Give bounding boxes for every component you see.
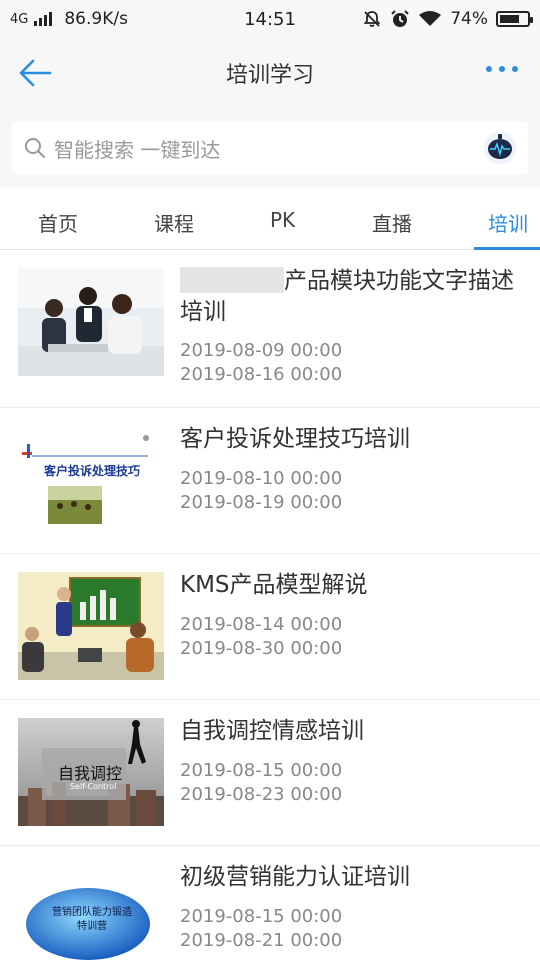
search-icon (25, 138, 45, 158)
thumbnail-image: 营销团队能力锻造 特训营 (18, 864, 164, 960)
thumbnail-image: 自我调控 Self-Control (18, 718, 164, 826)
status-bar: 4G 86.9K/s 14:51 74% (0, 0, 540, 38)
training-title: KMS产品模型解说 (180, 572, 368, 598)
tab-courses[interactable]: 课程 (154, 208, 194, 237)
list-item[interactable]: 产品模块功能文字描述培训 2019-08-09 00:00 2019-08-16… (0, 250, 540, 408)
training-title: 初级营销能力认证培训 (180, 864, 410, 890)
dot-icon (512, 66, 518, 72)
tab-pk[interactable]: PK (270, 208, 295, 232)
thumbnail-caption-line: 特训营 (77, 921, 107, 932)
start-date: 2019-08-10 00:00 (180, 468, 343, 489)
end-date: 2019-08-21 00:00 (180, 930, 343, 951)
thumbnail-image (18, 268, 164, 376)
alarm-icon (391, 10, 409, 27)
start-date: 2019-08-09 00:00 (180, 340, 343, 361)
thumbnail-caption: 自我调控 (58, 764, 123, 783)
search-area: 智能搜索 一键到达 (0, 108, 540, 188)
tab-training[interactable]: 培训 (488, 208, 528, 237)
training-list: 产品模块功能文字描述培训 2019-08-09 00:00 2019-08-16… (0, 250, 540, 960)
end-date: 2019-08-30 00:00 (180, 638, 343, 659)
search-input[interactable]: 智能搜索 一键到达 (12, 122, 528, 174)
training-title: 客户投诉处理技巧培训 (180, 426, 410, 452)
training-title: 产品模块功能文字描述培训 (180, 266, 525, 328)
arrow-left-icon (19, 59, 52, 87)
list-item[interactable]: 营销团队能力锻造 特训营 初级营销能力认证培训 2019-08-15 00:00… (0, 846, 540, 960)
dot-icon (499, 66, 505, 72)
training-title: 自我调控情感培训 (180, 718, 364, 744)
dot-icon (486, 66, 492, 72)
more-button[interactable] (486, 66, 518, 72)
thumbnail-subcaption: Self-Control (70, 782, 117, 791)
thumbnail-caption: 客户投诉处理技巧 (44, 464, 141, 478)
thumbnail-caption-line: 营销团队能力锻造 (52, 907, 132, 918)
tab-bar: 首页 课程 PK 直播 培训 (0, 188, 540, 250)
list-item[interactable]: KMS产品模型解说 2019-08-14 00:00 2019-08-30 00… (0, 554, 540, 700)
robot-assistant-icon[interactable] (482, 130, 518, 166)
list-item[interactable]: 自我调控 Self-Control 自我调控情感培训 2019-08-15 00… (0, 700, 540, 846)
end-date: 2019-08-23 00:00 (180, 784, 343, 805)
tab-live[interactable]: 直播 (372, 208, 412, 237)
back-button[interactable] (18, 54, 58, 92)
end-date: 2019-08-16 00:00 (180, 364, 343, 385)
wifi-icon (419, 11, 442, 26)
end-date: 2019-08-19 00:00 (180, 492, 343, 513)
list-item[interactable]: 客户投诉处理技巧 客户投诉处理技巧培训 2019-08-10 00:00 201… (0, 408, 540, 554)
redacted-text (180, 266, 284, 293)
thumbnail-image (18, 572, 164, 680)
network-type: 4G (10, 11, 29, 27)
battery-level (500, 15, 520, 23)
start-date: 2019-08-15 00:00 (180, 760, 343, 781)
page-title: 培训学习 (225, 63, 314, 88)
signal-icon (34, 12, 53, 26)
mute-bell-icon (363, 11, 381, 27)
search-placeholder: 智能搜索 一键到达 (54, 137, 221, 162)
battery-icon (496, 11, 533, 27)
network-speed: 86.9K/s (64, 9, 128, 29)
thumbnail-image: 客户投诉处理技巧 (18, 426, 164, 534)
thumbnail-caption: 营销团队能力锻造 特训营 (32, 906, 152, 934)
start-date: 2019-08-14 00:00 (180, 614, 343, 635)
battery-percent: 74% (450, 9, 488, 29)
tab-home[interactable]: 首页 (38, 208, 78, 237)
nav-header: 培训学习 (0, 38, 540, 108)
start-date: 2019-08-15 00:00 (180, 906, 343, 927)
